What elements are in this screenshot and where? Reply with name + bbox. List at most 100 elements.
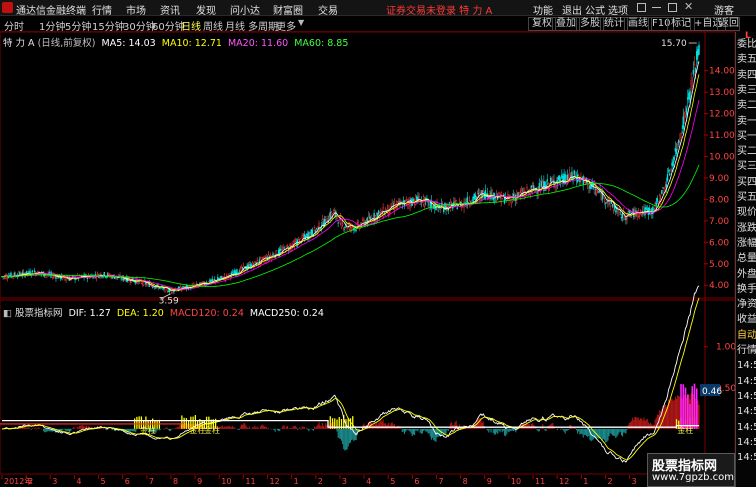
candle-body xyxy=(538,183,541,191)
candle-body xyxy=(603,199,606,202)
candle-body xyxy=(415,195,417,205)
candle-body xyxy=(322,222,325,227)
candle-body xyxy=(625,218,627,220)
candle-body xyxy=(543,181,545,191)
candle-body xyxy=(594,189,597,191)
date-axis-label: 3 xyxy=(342,477,347,486)
candle-body xyxy=(218,278,220,280)
gold-tag-label: 金柱 xyxy=(677,425,693,435)
candle-body xyxy=(669,173,671,176)
candle-body xyxy=(607,200,609,203)
date-axis-label: 1 xyxy=(294,477,299,486)
candle-body xyxy=(223,275,226,278)
candle-body xyxy=(340,219,343,228)
candle-body xyxy=(646,208,648,210)
candle-body xyxy=(140,281,143,284)
date-axis-label: 5 xyxy=(101,477,106,486)
candle-body xyxy=(498,192,500,194)
candle-body xyxy=(319,228,321,230)
date-axis-label: 5 xyxy=(390,477,395,486)
candle-body xyxy=(685,108,688,115)
candle-body xyxy=(150,285,153,287)
candle-body xyxy=(72,275,74,277)
candle-body xyxy=(531,186,534,190)
candle-body xyxy=(472,196,474,202)
candle-body xyxy=(226,274,228,276)
high-price-label: 15.70 xyxy=(661,39,687,49)
candle-body xyxy=(151,286,154,288)
candle-body xyxy=(404,199,407,201)
candle-body xyxy=(656,198,659,202)
candle-body xyxy=(696,51,698,60)
candle-body xyxy=(617,208,619,216)
candle-body xyxy=(362,219,364,221)
candle-body xyxy=(275,250,278,256)
candle-body xyxy=(561,174,563,179)
candle-body xyxy=(389,210,391,213)
date-axis-label: 8 xyxy=(173,477,178,486)
candle-body xyxy=(262,257,264,259)
gold-tag-label: 金柱 xyxy=(189,425,205,435)
candle-body xyxy=(332,210,335,214)
candle-body xyxy=(497,198,499,200)
candle-body xyxy=(664,186,666,190)
candle-body xyxy=(325,216,327,218)
candle-body xyxy=(654,203,656,211)
candle-body xyxy=(33,270,36,273)
side-panel-item: 14:50 xyxy=(737,375,756,387)
candle-body xyxy=(303,234,306,238)
kline-chart[interactable]: 14.0013.0012.0011.0010.009.008.007.006.0… xyxy=(0,0,735,487)
candle-body xyxy=(697,48,699,57)
candle-body xyxy=(19,272,21,275)
side-panel-item: 行情 xyxy=(737,345,756,356)
candle-body xyxy=(546,179,548,182)
candle-body xyxy=(698,45,700,55)
candle-body xyxy=(341,223,344,226)
candle-body xyxy=(210,280,212,282)
date-axis-label: 3 xyxy=(632,477,637,486)
candle-body xyxy=(66,277,68,279)
candle-body xyxy=(672,160,674,167)
candle-body xyxy=(305,233,308,235)
candle-body xyxy=(691,82,693,86)
candle-body xyxy=(683,113,686,117)
candle-body xyxy=(624,217,626,220)
candle-body xyxy=(220,275,222,278)
candle-body xyxy=(655,202,657,206)
candle-body xyxy=(589,185,591,190)
candle-body xyxy=(334,210,336,213)
candle-body xyxy=(283,247,285,249)
candle-body xyxy=(124,279,127,282)
date-axis-label: 10 xyxy=(511,477,521,486)
candle-body xyxy=(557,176,560,180)
candle-body xyxy=(272,253,274,255)
candle-body xyxy=(236,269,238,274)
candle-body xyxy=(648,207,651,215)
date-axis-label: 12 xyxy=(559,477,569,486)
side-panel-item: 买一 xyxy=(737,130,756,142)
candle-body xyxy=(28,270,30,274)
candle-body xyxy=(231,271,234,273)
candle-body xyxy=(209,279,211,284)
candle-body xyxy=(146,283,148,286)
candle-body xyxy=(166,288,168,291)
side-panel-item: 14:50 xyxy=(737,406,756,418)
candle-body xyxy=(330,212,333,217)
candle-body xyxy=(51,275,54,279)
candle-body xyxy=(569,171,571,179)
candle-body xyxy=(612,206,615,211)
candle-body xyxy=(22,271,25,273)
date-axis-label: 8 xyxy=(463,477,468,486)
price-axis-label: 9.00 xyxy=(709,174,729,184)
candle-body xyxy=(347,224,349,227)
candle-body xyxy=(611,204,614,207)
side-panel-flag: L xyxy=(745,31,751,41)
date-axis-label: 2 xyxy=(28,477,33,486)
main-pane-frame xyxy=(0,31,735,299)
candle-body xyxy=(684,111,687,116)
candle-body xyxy=(240,267,243,271)
candle-body xyxy=(503,197,506,204)
candle-body xyxy=(448,202,451,204)
candle-body xyxy=(211,278,213,282)
candle-body xyxy=(141,282,144,284)
